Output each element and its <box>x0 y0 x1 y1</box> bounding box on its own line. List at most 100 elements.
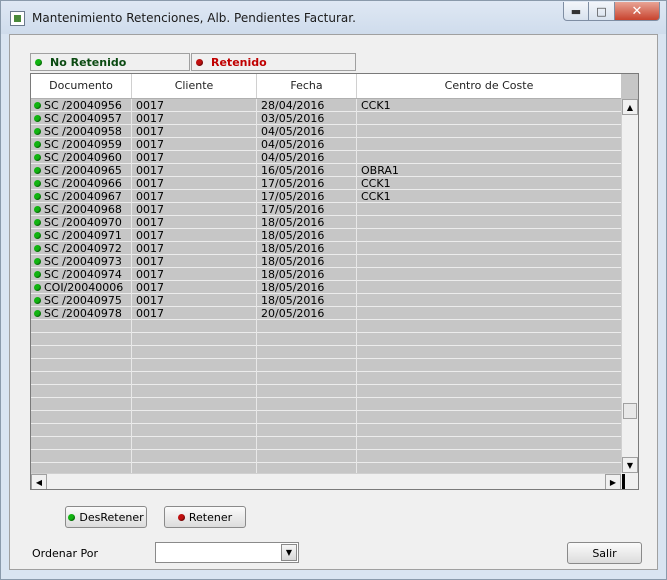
desretener-button[interactable]: DesRetener <box>65 506 147 528</box>
documento-cell: SC /20040957 <box>31 112 132 125</box>
documento-cell: SC /20040971 <box>31 229 132 242</box>
documento-value: SC /20040975 <box>44 294 122 307</box>
minimize-icon: ▬ <box>570 4 582 18</box>
fecha-cell: 18/05/2016 <box>261 229 325 242</box>
column-header-fecha[interactable]: Fecha <box>257 74 357 98</box>
table-row[interactable]: SC /20040965 0017 16/05/2016 OBRA1 <box>31 164 621 177</box>
desretener-label: DesRetener <box>79 510 144 524</box>
table-row[interactable]: COI/20040006 0017 18/05/2016 <box>31 281 621 294</box>
table-row[interactable]: SC /20040974 0017 18/05/2016 <box>31 268 621 281</box>
caption-buttons: ▬ □ ✕ <box>563 2 660 22</box>
centro-de-coste-cell <box>357 242 621 255</box>
fecha-cell: 18/05/2016 <box>261 294 325 307</box>
scroll-left-icon: ◀ <box>35 477 43 487</box>
centro-de-coste-cell <box>357 229 621 242</box>
table-row[interactable]: SC /20040967 0017 17/05/2016 CCK1 <box>31 190 621 203</box>
table-row[interactable]: SC /20040960 0017 04/05/2016 <box>31 151 621 164</box>
documento-value: SC /20040960 <box>44 151 122 164</box>
centro-de-coste-cell <box>357 307 621 320</box>
table-row[interactable]: SC /20040975 0017 18/05/2016 <box>31 294 621 307</box>
table-row[interactable]: SC /20040957 0017 03/05/2016 <box>31 112 621 125</box>
green-dot-icon <box>34 310 41 317</box>
centro-de-coste-cell <box>357 294 621 307</box>
documento-value: COI/20040006 <box>44 281 124 294</box>
close-icon: ✕ <box>631 3 643 19</box>
green-dot-icon <box>34 167 41 174</box>
table-row[interactable]: SC /20040978 0017 20/05/2016 <box>31 307 621 320</box>
horizontal-scrollbar[interactable]: ◀ ▶ <box>31 473 621 489</box>
close-button[interactable]: ✕ <box>615 2 660 21</box>
title-bar[interactable]: Mantenimiento Retenciones, Alb. Pendient… <box>1 1 666 34</box>
scrollbar-corner <box>621 473 638 489</box>
vertical-scroll-thumb[interactable] <box>623 403 637 419</box>
documents-grid[interactable]: Documento Cliente Fecha Centro de Coste … <box>30 73 639 490</box>
maximize-button[interactable]: □ <box>589 2 615 21</box>
centro-de-coste-cell <box>357 125 621 138</box>
fecha-cell: 18/05/2016 <box>261 281 325 294</box>
retener-label: Retener <box>188 510 233 524</box>
table-row[interactable]: SC /20040958 0017 04/05/2016 <box>31 125 621 138</box>
scroll-down-button[interactable]: ▼ <box>622 457 638 473</box>
cliente-cell: 0017 <box>136 99 164 112</box>
documento-cell: COI/20040006 <box>31 281 132 294</box>
grid-rows: SC /20040956 0017 28/04/2016 CCK1 SC /200409… <box>31 99 621 473</box>
scroll-up-button[interactable]: ▲ <box>622 99 638 115</box>
scroll-up-icon: ▲ <box>626 102 634 112</box>
documento-cell: SC /20040974 <box>31 268 132 281</box>
documento-cell: SC /20040960 <box>31 151 132 164</box>
column-header-centro-de-coste[interactable]: Centro de Coste <box>357 74 621 98</box>
documento-value: SC /20040970 <box>44 216 122 229</box>
documento-value: SC /20040971 <box>44 229 122 242</box>
fecha-cell: 28/04/2016 <box>261 99 325 112</box>
documento-value: SC /20040956 <box>44 99 122 112</box>
table-row[interactable]: SC /20040973 0017 18/05/2016 <box>31 255 621 268</box>
documento-cell: SC /20040958 <box>31 125 132 138</box>
scroll-left-button[interactable]: ◀ <box>31 474 47 489</box>
documento-value: SC /20040965 <box>44 164 122 177</box>
table-row[interactable]: SC /20040968 0017 17/05/2016 <box>31 203 621 216</box>
documento-cell: SC /20040965 <box>31 164 132 177</box>
documento-value: SC /20040958 <box>44 125 122 138</box>
column-header-cliente[interactable]: Cliente <box>132 74 257 98</box>
green-dot-icon <box>35 58 42 66</box>
table-row[interactable]: SC /20040970 0017 18/05/2016 <box>31 216 621 229</box>
table-row[interactable]: SC /20040971 0017 18/05/2016 <box>31 229 621 242</box>
cliente-cell: 0017 <box>136 190 164 203</box>
centro-de-coste-cell <box>357 268 621 281</box>
scroll-right-button[interactable]: ▶ <box>605 474 621 489</box>
scroll-right-icon: ▶ <box>609 477 617 487</box>
green-dot-icon <box>34 154 41 161</box>
table-row[interactable]: SC /20040956 0017 28/04/2016 CCK1 <box>31 99 621 112</box>
centro-de-coste-cell <box>357 216 621 229</box>
green-dot-icon <box>34 297 41 304</box>
column-header-documento[interactable]: Documento <box>31 74 132 98</box>
maximize-icon: □ <box>596 4 607 18</box>
table-row[interactable]: SC /20040972 0017 18/05/2016 <box>31 242 621 255</box>
green-dot-icon <box>34 141 41 148</box>
fecha-cell: 03/05/2016 <box>261 112 325 125</box>
red-dot-icon <box>177 513 185 521</box>
fecha-cell: 18/05/2016 <box>261 255 325 268</box>
cliente-cell: 0017 <box>136 203 164 216</box>
legend-retenido: Retenido <box>191 53 356 71</box>
minimize-button[interactable]: ▬ <box>563 2 589 21</box>
cliente-cell: 0017 <box>136 177 164 190</box>
table-row[interactable]: SC /20040966 0017 17/05/2016 CCK1 <box>31 177 621 190</box>
fecha-cell: 18/05/2016 <box>261 216 325 229</box>
documento-cell: SC /20040967 <box>31 190 132 203</box>
documento-cell: SC /20040966 <box>31 177 132 190</box>
dropdown-button[interactable]: ▼ <box>281 544 297 561</box>
vertical-scrollbar[interactable]: ▲ ▼ <box>621 99 638 473</box>
green-dot-icon <box>34 284 41 291</box>
main-window: Mantenimiento Retenciones, Alb. Pendient… <box>0 0 667 580</box>
centro-de-coste-cell: CCK1 <box>361 177 391 190</box>
retener-button[interactable]: Retener <box>164 506 246 528</box>
centro-de-coste-cell: OBRA1 <box>361 164 399 177</box>
fecha-cell: 20/05/2016 <box>261 307 325 320</box>
green-dot-icon <box>34 102 41 109</box>
fecha-cell: 18/05/2016 <box>261 242 325 255</box>
ordenar-por-combobox[interactable]: ▼ <box>155 542 299 563</box>
salir-button[interactable]: Salir <box>567 542 642 564</box>
cliente-cell: 0017 <box>136 281 164 294</box>
table-row[interactable]: SC /20040959 0017 04/05/2016 <box>31 138 621 151</box>
